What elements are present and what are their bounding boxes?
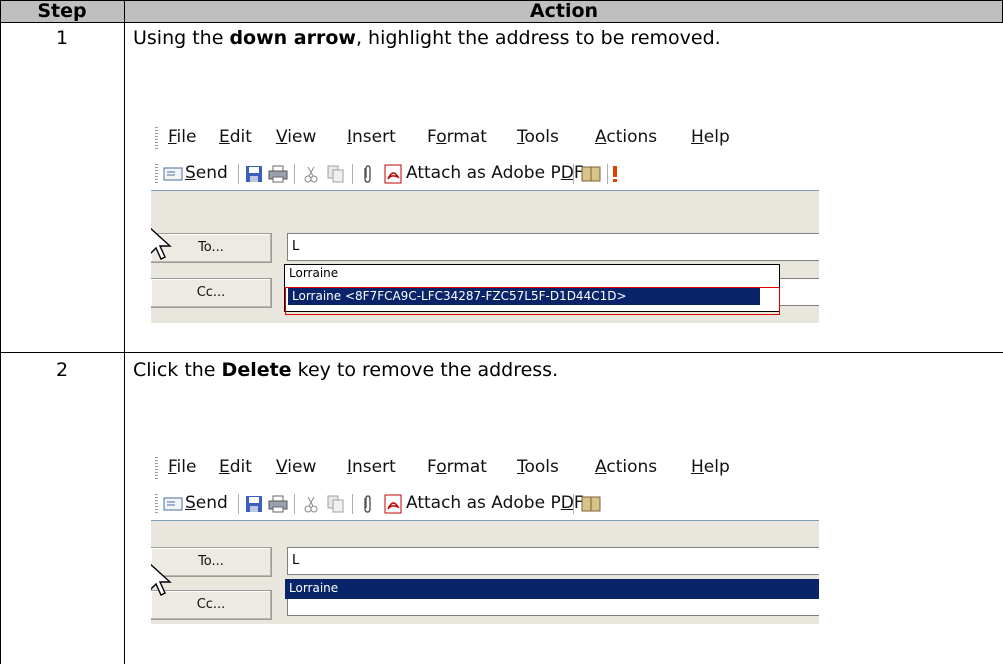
address-book-icon[interactable] — [581, 165, 601, 183]
send-button[interactable]: Send — [185, 491, 228, 515]
attach-as-adobe-pdf-button[interactable]: Attach as Adobe PDF — [406, 161, 584, 185]
grip-handle — [155, 164, 158, 184]
mouse-cursor-icon — [151, 563, 172, 596]
highlight-callout — [285, 287, 780, 315]
menu-file[interactable]: File — [168, 126, 196, 148]
grip-handle — [155, 457, 158, 479]
table-border — [0, 0, 1, 664]
cut-icon[interactable] — [304, 495, 318, 513]
print-icon[interactable] — [268, 495, 288, 513]
toolbar-separator — [573, 494, 574, 514]
menu-tools[interactable]: Tools — [517, 456, 559, 478]
menu-edit[interactable]: Edit — [219, 456, 252, 478]
outlook-screenshot: File Edit View Insert Format Tools Actio… — [151, 118, 819, 323]
menu-format[interactable]: Format — [427, 126, 487, 148]
menu-insert[interactable]: Insert — [347, 126, 396, 148]
adobe-pdf-icon[interactable] — [384, 494, 402, 514]
menu-actions[interactable]: Actions — [595, 456, 657, 478]
step-instruction: Using the down arrow, highlight the addr… — [133, 27, 721, 49]
menu-edit[interactable]: Edit — [219, 126, 252, 148]
table-border — [0, 0, 1003, 1]
toolbar-separator — [294, 164, 295, 184]
menu-bar: File Edit View Insert Format Tools Actio… — [151, 118, 819, 156]
header-step: Step — [37, 0, 87, 22]
step-number: 1 — [55, 27, 69, 49]
address-book-icon[interactable] — [581, 495, 601, 513]
menu-view[interactable]: View — [276, 456, 316, 478]
toolbar-separator — [573, 164, 574, 184]
cut-icon[interactable] — [304, 165, 318, 183]
envelope-icon — [163, 167, 183, 181]
attach-as-adobe-pdf-button[interactable]: Attach as Adobe PDF — [406, 491, 584, 515]
send-button[interactable]: Send — [185, 161, 228, 185]
toolbar-separator — [352, 164, 353, 184]
autocomplete-dropdown: Lorraine — [284, 578, 819, 600]
toolbar-separator — [294, 494, 295, 514]
grip-handle — [155, 494, 158, 514]
adobe-pdf-icon[interactable] — [384, 164, 402, 184]
toolbar-separator — [238, 164, 239, 184]
outlook-screenshot: File Edit View Insert Format Tools Actio… — [151, 448, 819, 624]
table-border — [124, 0, 125, 664]
copy-icon[interactable] — [327, 165, 345, 183]
instruction-emphasis: Delete — [221, 359, 292, 381]
standard-toolbar: Send Attach as Adobe PDF — [151, 156, 819, 191]
copy-icon[interactable] — [327, 495, 345, 513]
menu-file[interactable]: File — [168, 456, 196, 478]
toolbar-separator — [238, 494, 239, 514]
menu-help[interactable]: Help — [691, 456, 730, 478]
print-icon[interactable] — [268, 165, 288, 183]
menu-actions[interactable]: Actions — [595, 126, 657, 148]
cc-button[interactable]: Cc... — [151, 278, 272, 308]
table-border — [0, 352, 1003, 353]
step-instruction: Click the Delete key to remove the addre… — [133, 359, 559, 381]
mouse-cursor-icon — [151, 227, 172, 260]
toolbar-separator — [352, 494, 353, 514]
menu-bar: File Edit View Insert Format Tools Actio… — [151, 448, 819, 486]
to-field[interactable]: L — [287, 547, 819, 575]
importance-icon[interactable] — [612, 165, 618, 183]
to-field[interactable]: L — [287, 233, 819, 261]
header-action: Action — [529, 0, 599, 22]
menu-help[interactable]: Help — [691, 126, 730, 148]
envelope-icon — [163, 497, 183, 511]
grip-handle — [155, 127, 158, 149]
instruction-emphasis: down arrow — [229, 27, 356, 49]
menu-insert[interactable]: Insert — [347, 456, 396, 478]
standard-toolbar: Send Attach as Adobe PDF — [151, 486, 819, 521]
paperclip-icon[interactable] — [361, 494, 373, 514]
autocomplete-item-selected[interactable]: Lorraine — [285, 579, 819, 599]
menu-tools[interactable]: Tools — [517, 126, 559, 148]
table-border — [0, 22, 1003, 23]
save-icon[interactable] — [245, 495, 263, 513]
autocomplete-item[interactable]: Lorraine — [289, 266, 338, 280]
menu-format[interactable]: Format — [427, 456, 487, 478]
paperclip-icon[interactable] — [361, 164, 373, 184]
instruction-table: Step Action 1 Using the down arrow, high… — [0, 0, 1003, 664]
menu-view[interactable]: View — [276, 126, 316, 148]
toolbar-separator — [607, 164, 608, 184]
save-icon[interactable] — [245, 165, 263, 183]
step-number: 2 — [55, 359, 69, 381]
